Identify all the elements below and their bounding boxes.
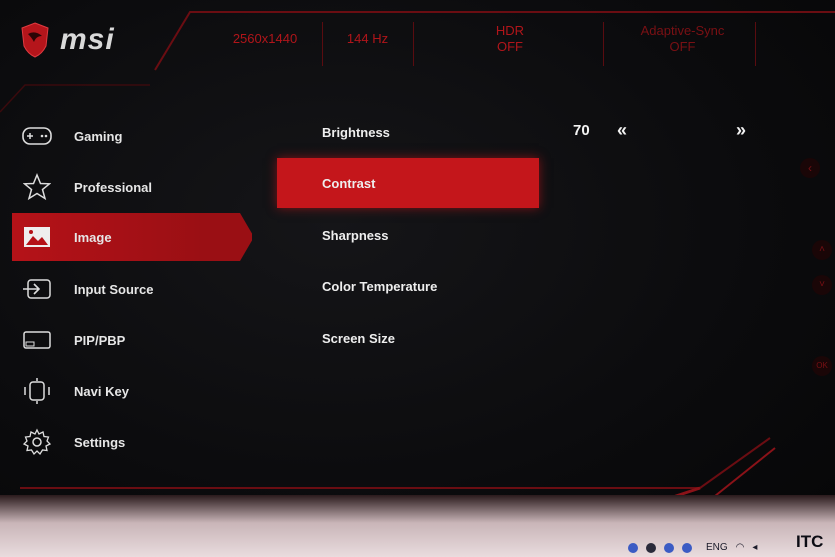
divider bbox=[322, 22, 323, 66]
sidebar-item-professional[interactable]: Professional bbox=[12, 163, 252, 211]
tray-app-icon bbox=[646, 542, 656, 553]
refresh-value: 144 Hz bbox=[346, 31, 389, 46]
osd-menu: msi 2560x1440 144 Hz HDR OFF Adaptive-Sy… bbox=[0, 0, 835, 520]
divider bbox=[755, 22, 756, 66]
status-bar: 2560x1440 144 Hz HDR OFF Adaptive-Sync O… bbox=[155, 8, 835, 70]
increase-arrow-icon[interactable]: » bbox=[736, 120, 746, 141]
msi-logo: msi bbox=[20, 22, 115, 58]
menu-item-brightness[interactable]: Brightness bbox=[277, 107, 539, 157]
brand-name: msi bbox=[60, 23, 115, 56]
dragon-shield-icon bbox=[21, 22, 49, 58]
menu-item-label: Color Temperature bbox=[322, 278, 438, 294]
decrease-arrow-icon[interactable]: « bbox=[617, 120, 627, 141]
tray-app-icon bbox=[664, 542, 674, 553]
resolution-value: 2560x1440 bbox=[232, 31, 298, 46]
divider bbox=[413, 22, 414, 66]
sidebar-item-label: Input Source bbox=[74, 281, 154, 297]
gamepad-icon bbox=[20, 122, 54, 150]
gear-icon bbox=[20, 428, 54, 456]
menu-item-screen-size[interactable]: Screen Size bbox=[277, 313, 539, 363]
bluetooth-icon bbox=[628, 542, 638, 553]
sidebar-item-label: Professional bbox=[74, 179, 153, 195]
image-icon bbox=[20, 223, 54, 251]
sync-value: OFF bbox=[669, 39, 696, 54]
sidebar-item-pip-pbp[interactable]: PIP/PBP bbox=[12, 316, 252, 364]
brightness-value: 70 bbox=[573, 122, 590, 139]
sidebar-item-label: Settings bbox=[74, 434, 126, 450]
menu-item-label: Brightness bbox=[322, 124, 390, 140]
star-icon bbox=[20, 173, 54, 201]
sidebar-item-gaming[interactable]: Gaming bbox=[12, 112, 252, 160]
sidebar-item-label: Image bbox=[74, 229, 112, 245]
tray-app-icon bbox=[682, 542, 692, 553]
watermark-logo: ITC bbox=[796, 532, 824, 551]
navi-key-icon bbox=[20, 377, 54, 405]
sidebar-item-navi-key[interactable]: Navi Key bbox=[12, 367, 252, 415]
sidebar-item-label: Gaming bbox=[74, 128, 123, 144]
menu-item-label: Contrast bbox=[322, 175, 376, 191]
refresh-status: 144 Hz bbox=[325, 8, 410, 70]
chevron-left-icon: ‹ bbox=[800, 158, 820, 178]
sidebar-item-settings[interactable]: Settings bbox=[12, 418, 252, 466]
chevron-up-icon: ˄ bbox=[812, 240, 832, 260]
divider bbox=[603, 22, 604, 66]
menu-item-sharpness[interactable]: Sharpness bbox=[277, 210, 539, 260]
hdr-label: HDR bbox=[495, 23, 525, 38]
hdr-status: HDR OFF bbox=[455, 8, 565, 70]
sidebar-item-label: PIP/PBP bbox=[74, 332, 126, 348]
sidebar-item-image[interactable]: Image bbox=[12, 213, 252, 261]
sidebar-item-label: Navi Key bbox=[74, 383, 129, 399]
menu-item-label: Screen Size bbox=[322, 330, 395, 346]
menu-item-label: Sharpness bbox=[322, 227, 389, 243]
chevron-down-icon: ˅ bbox=[812, 275, 832, 295]
ok-button-hint: OK bbox=[812, 356, 832, 376]
wifi-icon: ◠ bbox=[735, 542, 745, 553]
volume-icon: ◂ bbox=[752, 542, 758, 553]
language-indicator[interactable]: ENG bbox=[706, 542, 728, 553]
menu-item-contrast[interactable]: Contrast bbox=[277, 158, 539, 208]
adaptive-sync-status: Adaptive-Sync OFF bbox=[620, 8, 745, 70]
hdr-value: OFF bbox=[497, 39, 523, 54]
input-source-icon bbox=[20, 275, 54, 303]
resolution-status: 2560x1440 bbox=[210, 8, 320, 70]
sidebar-item-input-source[interactable]: Input Source bbox=[12, 265, 252, 313]
menu-item-color-temperature[interactable]: Color Temperature bbox=[277, 261, 539, 311]
pip-icon bbox=[20, 326, 54, 354]
sync-label: Adaptive-Sync bbox=[640, 23, 725, 38]
